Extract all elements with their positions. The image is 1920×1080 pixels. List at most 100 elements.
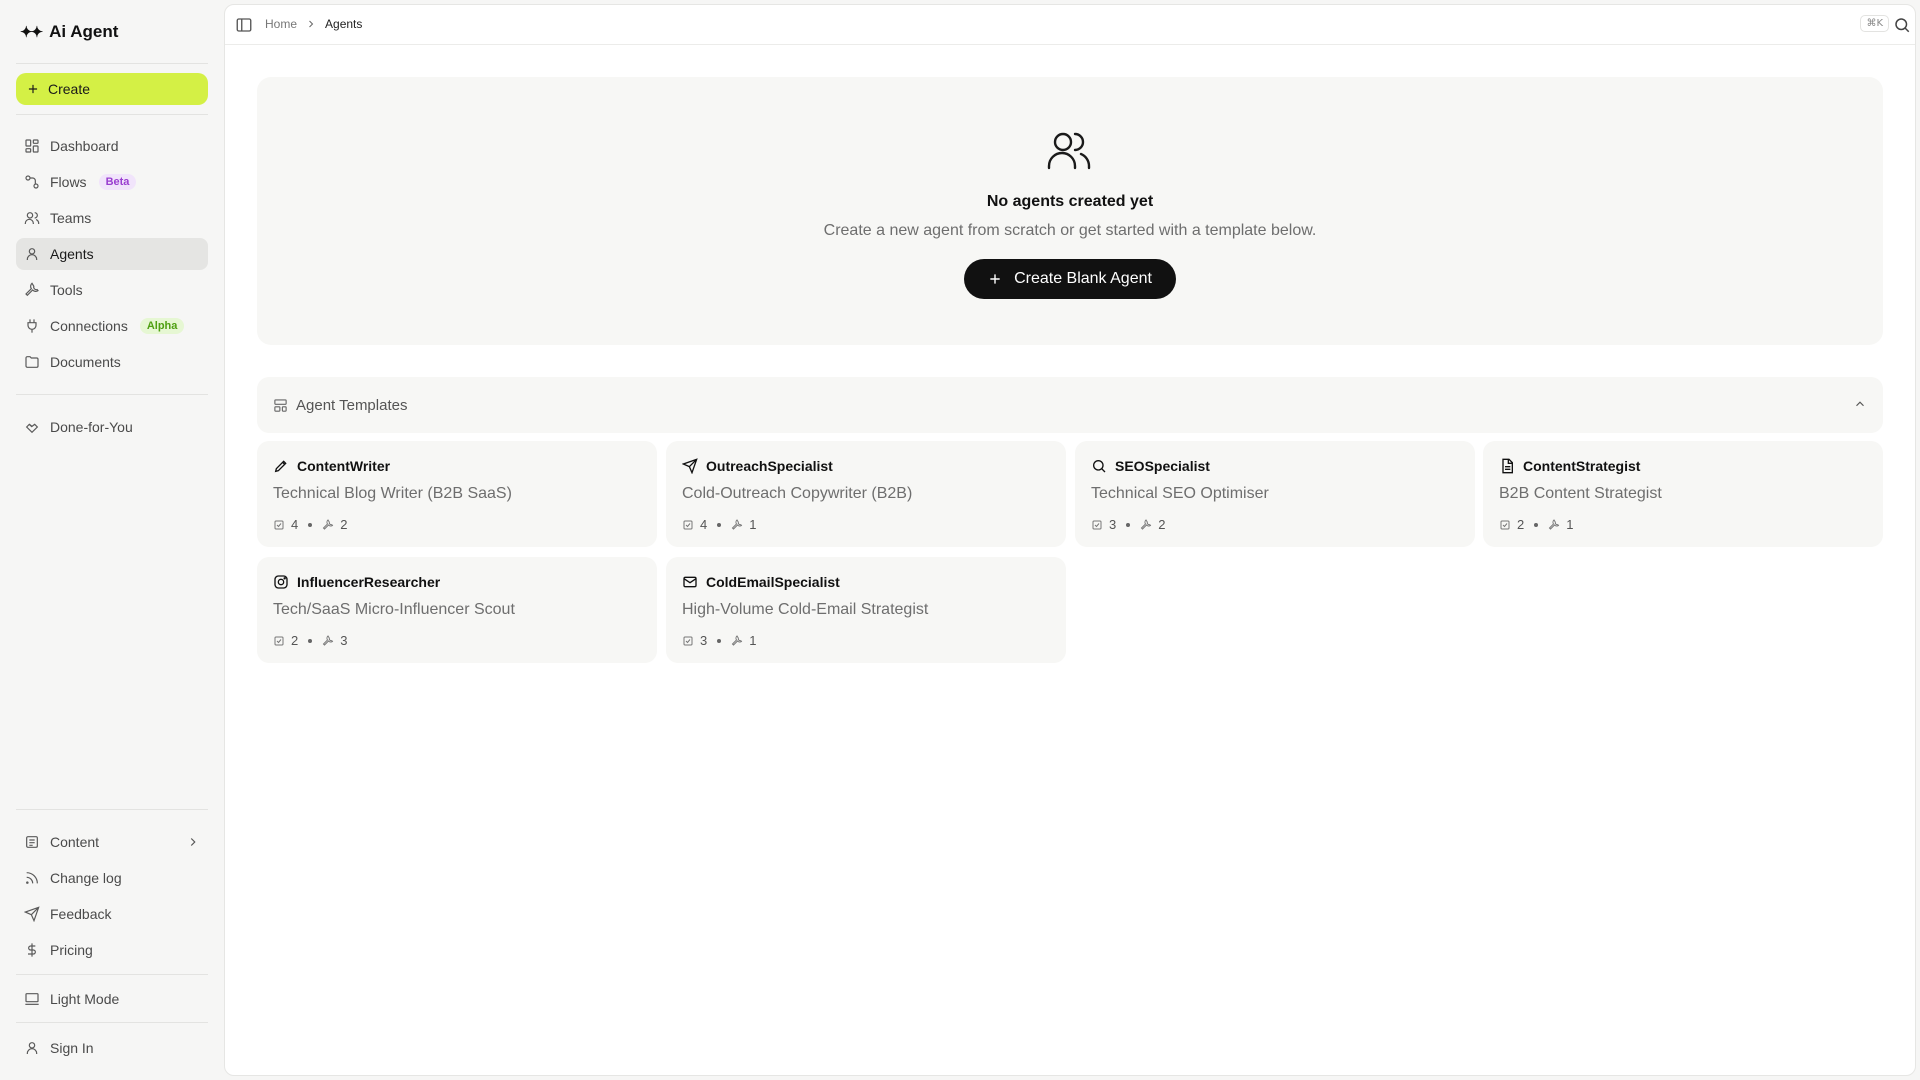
sidebar-toggle-icon[interactable] (235, 16, 253, 34)
sidebar-item-documents[interactable]: Documents (16, 346, 208, 378)
sidebar-item-agents[interactable]: Agents (16, 238, 208, 270)
template-meta: 3 2 (1091, 517, 1165, 532)
instagram-icon (274, 575, 288, 589)
folder-icon (25, 356, 39, 368)
divider (16, 63, 208, 64)
search-icon (1093, 460, 1106, 473)
sidebar-item-label: Documents (50, 354, 121, 370)
tool-count: 2 (340, 517, 348, 532)
tool-count: 1 (749, 633, 757, 648)
template-description: Tech/SaaS Micro-Influencer Scout (273, 601, 515, 618)
sidebar-item-connections[interactable]: Connections Alpha (16, 310, 208, 342)
breadcrumb-home[interactable]: Home (265, 17, 297, 31)
task-icon (683, 636, 693, 645)
sidebar-item-label: Tools (50, 282, 83, 298)
template-meta: 3 1 (682, 633, 756, 648)
template-card-contentwriter[interactable]: ContentWriter Technical Blog Writer (B2B… (257, 441, 657, 547)
template-name: OutreachSpecialist (706, 458, 833, 474)
wrench-icon (1141, 518, 1152, 530)
wrench-icon (323, 634, 334, 646)
template-card-coldemailspecialist[interactable]: ColdEmailSpecialist High-Volume Cold-Ema… (666, 557, 1066, 663)
task-count: 4 (700, 517, 708, 532)
template-name: SEOSpecialist (1115, 458, 1210, 474)
wrench-icon (732, 518, 743, 530)
wrench-icon (732, 634, 743, 646)
alpha-badge: Alpha (139, 318, 185, 334)
sidebar-item-label: Change log (50, 870, 122, 886)
task-count: 3 (1109, 517, 1117, 532)
template-card-seospecialist[interactable]: SEOSpecialist Technical SEO Optimiser 3 … (1075, 441, 1475, 547)
newspaper-icon (26, 836, 38, 848)
template-card-contentstrategist[interactable]: ContentStrategist B2B Content Strategist… (1483, 441, 1883, 547)
sidebar-item-flows[interactable]: Flows Beta (16, 166, 208, 198)
task-icon (274, 636, 284, 645)
handshake-icon (25, 423, 39, 434)
monitor-icon (25, 993, 39, 1005)
create-blank-agent-button[interactable]: Create Blank Agent (964, 259, 1176, 299)
chevron-right-icon (309, 20, 314, 28)
divider (16, 394, 208, 395)
document-icon (1502, 458, 1513, 474)
beta-badge: Beta (98, 174, 137, 190)
task-count: 3 (700, 633, 708, 648)
sidebar-item-label: Done-for-You (50, 419, 133, 435)
sidebar-item-changelog[interactable]: Change log (16, 862, 208, 894)
create-button[interactable]: Create (16, 73, 208, 105)
breadcrumb: Home Agents (265, 17, 362, 31)
sign-in-button[interactable]: Sign In (16, 1032, 208, 1064)
sidebar-item-done-for-you[interactable]: Done-for-You (16, 411, 208, 443)
task-icon (274, 520, 284, 529)
sidebar-item-label: Agents (50, 246, 94, 262)
sign-in-label: Sign In (50, 1040, 94, 1056)
sidebar-item-label: Flows (50, 174, 87, 190)
wrench-icon (323, 518, 334, 530)
empty-state-title: No agents created yet (986, 193, 1154, 210)
chevron-right-icon (190, 838, 196, 846)
plug-icon (27, 319, 37, 333)
tool-count: 1 (749, 517, 757, 532)
sidebar-item-content[interactable]: Content (16, 826, 208, 858)
app-name: Ai Agent (49, 22, 119, 41)
divider (16, 974, 208, 975)
template-name: ColdEmailSpecialist (706, 574, 840, 590)
flows-icon (25, 175, 39, 189)
top-bar: Home Agents ⌘K (225, 5, 1915, 45)
sidebar-item-label: Connections (50, 318, 128, 334)
sidebar-item-dashboard[interactable]: Dashboard (16, 130, 208, 162)
agent-templates-title: Agent Templates (296, 396, 408, 414)
template-card-influencerresearcher[interactable]: InfluencerResearcher Tech/SaaS Micro-Inf… (257, 557, 657, 663)
dashboard-icon (25, 139, 39, 153)
template-meta: 2 1 (1499, 517, 1573, 532)
template-name: ContentStrategist (1523, 458, 1641, 474)
wrench-icon (1549, 518, 1560, 530)
sidebar-item-pricing[interactable]: Pricing (16, 934, 208, 966)
send-icon (682, 458, 698, 474)
theme-toggle[interactable]: Light Mode (16, 983, 208, 1015)
task-icon (1092, 520, 1102, 529)
theme-label: Light Mode (50, 991, 120, 1007)
sidebar-item-teams[interactable]: Teams (16, 202, 208, 234)
sidebar-item-tools[interactable]: Tools (16, 274, 208, 306)
template-meta: 2 3 (273, 633, 347, 648)
agent-templates-toggle[interactable]: Agent Templates (257, 377, 1883, 433)
wrench-icon (25, 282, 39, 297)
separator-dot (717, 522, 722, 527)
plus-icon (28, 84, 38, 94)
template-meta: 4 1 (682, 517, 756, 532)
separator-dot (717, 638, 722, 643)
search-icon[interactable] (1893, 16, 1911, 34)
mail-icon (683, 576, 697, 588)
sidebar-item-feedback[interactable]: Feedback (16, 898, 208, 930)
separator-dot (1534, 522, 1539, 527)
divider (16, 114, 208, 115)
sparkle-icon: ✦✦ (20, 24, 43, 41)
sidebar: ✦✦ Ai Agent Create Dashboard Flows Beta … (0, 0, 224, 1080)
task-icon (683, 520, 693, 529)
template-card-outreachspecialist[interactable]: OutreachSpecialist Cold-Outreach Copywri… (666, 441, 1066, 547)
template-meta: 4 2 (273, 517, 347, 532)
template-description: Technical SEO Optimiser (1091, 485, 1269, 502)
sidebar-item-label: Feedback (50, 906, 112, 922)
app-logo[interactable]: ✦✦ Ai Agent (20, 22, 118, 42)
separator-dot (1126, 522, 1131, 527)
divider (16, 809, 208, 810)
